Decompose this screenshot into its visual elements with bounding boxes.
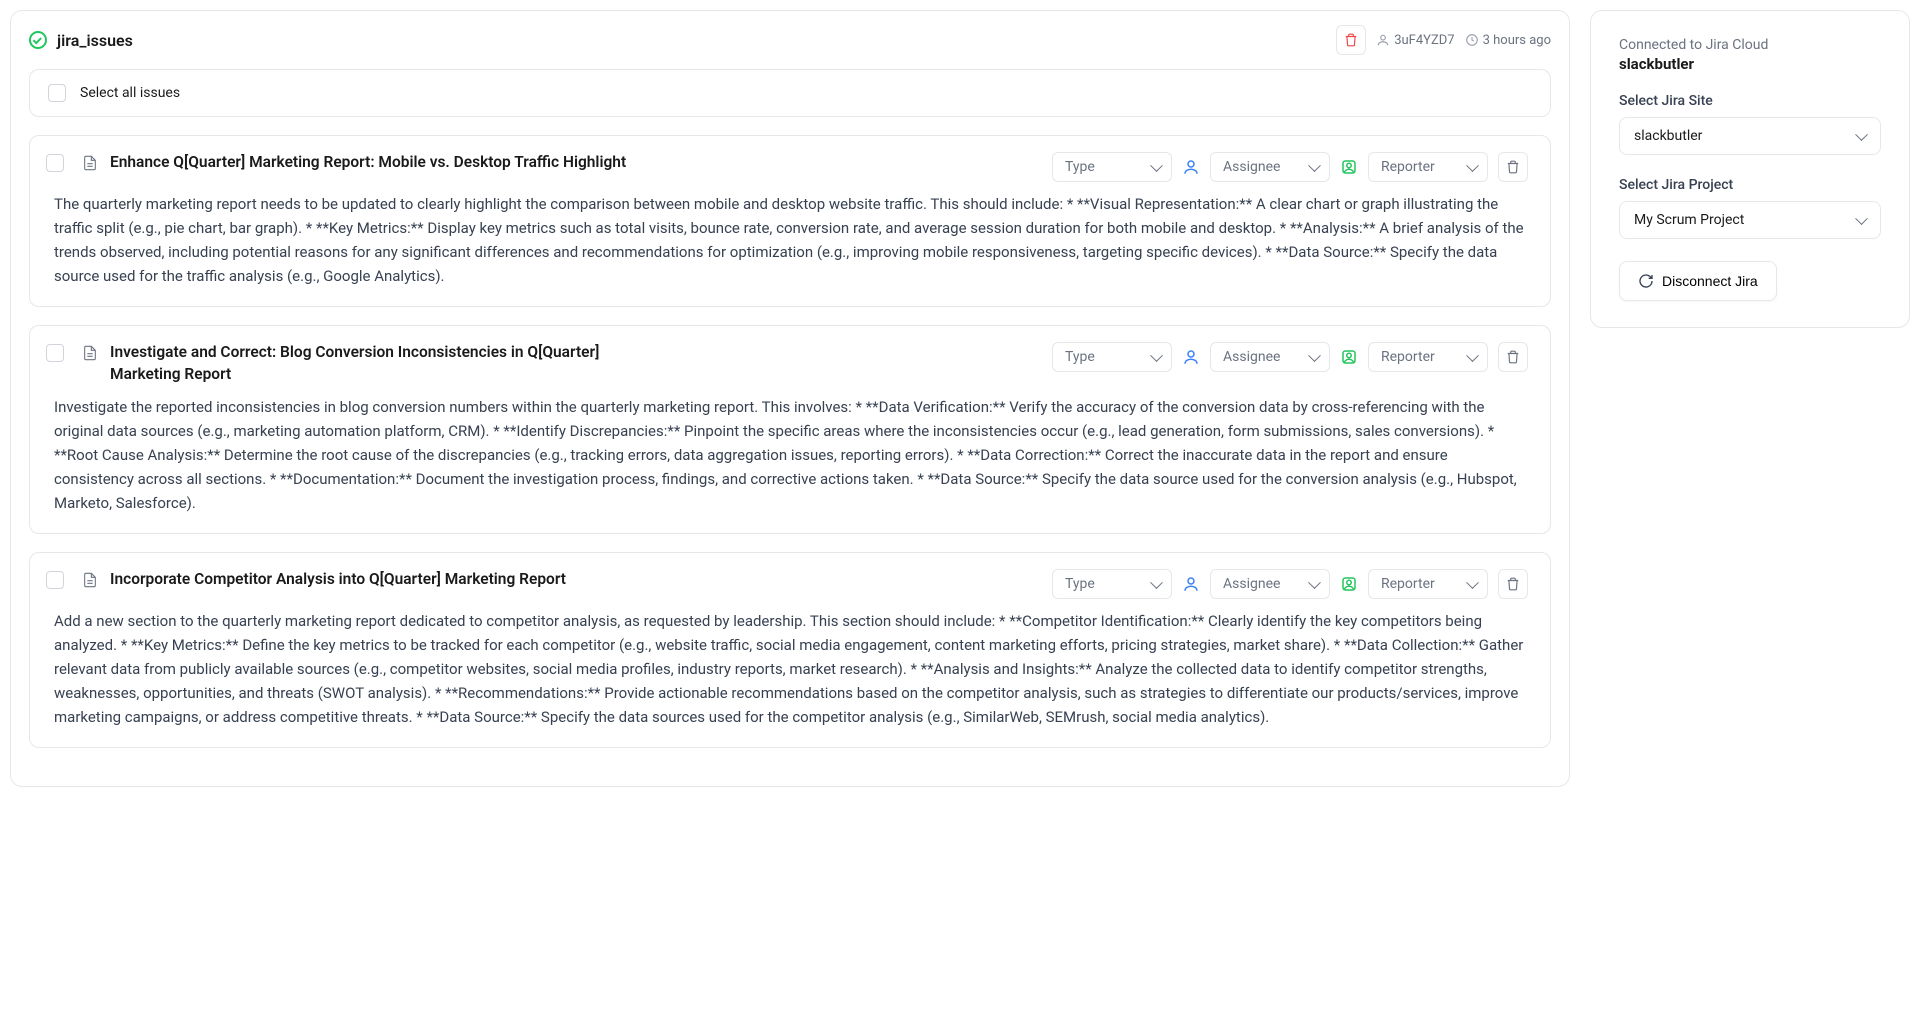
assignee-icon [1182,348,1200,366]
connected-label: Connected to Jira Cloud [1619,37,1881,53]
trash-icon [1344,33,1358,47]
assignee-icon [1182,158,1200,176]
project-select[interactable]: My Scrum Project [1619,201,1881,239]
clock-icon [1465,33,1479,47]
issue-title: Investigate and Correct: Blog Conversion… [110,342,630,385]
assignee-select[interactable]: Assignee [1210,152,1330,182]
issue-checkbox[interactable] [46,571,64,589]
document-icon [82,571,98,589]
delete-issue-button[interactable] [1498,152,1528,182]
site-select[interactable]: slackbutler [1619,117,1881,155]
delete-issue-button[interactable] [1498,569,1528,599]
user-id-meta: 3uF4YZD7 [1376,33,1454,48]
project-select-label: Select Jira Project [1619,177,1881,193]
reporter-select[interactable]: Reporter [1368,569,1488,599]
site-select-label: Select Jira Site [1619,93,1881,109]
refresh-icon [1638,273,1654,289]
issue-card: Incorporate Competitor Analysis into Q[Q… [29,552,1551,748]
assignee-icon [1182,575,1200,593]
jira-connection-panel: Connected to Jira Cloud slackbutler Sele… [1590,10,1910,328]
type-select[interactable]: Type [1052,569,1172,599]
issue-description: The quarterly marketing report needs to … [54,192,1528,288]
panel-title: jira_issues [57,31,133,50]
reporter-select[interactable]: Reporter [1368,152,1488,182]
issue-checkbox[interactable] [46,154,64,172]
issue-title: Incorporate Competitor Analysis into Q[Q… [110,569,566,591]
delete-issue-button[interactable] [1498,342,1528,372]
status-success-icon [29,31,47,49]
timestamp-meta: 3 hours ago [1465,33,1551,48]
reporter-icon [1340,575,1358,593]
issue-title: Enhance Q[Quarter] Marketing Report: Mob… [110,152,626,174]
panel-header: jira_issues 3uF4YZD7 3 hours ago [29,25,1551,55]
type-select[interactable]: Type [1052,342,1172,372]
reporter-select[interactable]: Reporter [1368,342,1488,372]
trash-icon [1506,160,1520,174]
trash-icon [1506,350,1520,364]
disconnect-button[interactable]: Disconnect Jira [1619,261,1777,301]
issue-card: Investigate and Correct: Blog Conversion… [29,325,1551,534]
delete-all-button[interactable] [1336,25,1366,55]
assignee-select[interactable]: Assignee [1210,342,1330,372]
issue-description: Investigate the reported inconsistencies… [54,395,1528,515]
workspace-name: slackbutler [1619,55,1881,73]
trash-icon [1506,577,1520,591]
document-icon [82,344,98,362]
select-all-checkbox[interactable] [48,84,66,102]
type-select[interactable]: Type [1052,152,1172,182]
select-all-label: Select all issues [80,85,180,101]
document-icon [82,154,98,172]
issue-card: Enhance Q[Quarter] Marketing Report: Mob… [29,135,1551,307]
reporter-icon [1340,348,1358,366]
assignee-select[interactable]: Assignee [1210,569,1330,599]
issue-checkbox[interactable] [46,344,64,362]
select-all-row: Select all issues [29,69,1551,117]
issue-description: Add a new section to the quarterly marke… [54,609,1528,729]
user-icon [1376,33,1390,47]
reporter-icon [1340,158,1358,176]
issues-panel: jira_issues 3uF4YZD7 3 hours ago Select … [10,10,1570,787]
